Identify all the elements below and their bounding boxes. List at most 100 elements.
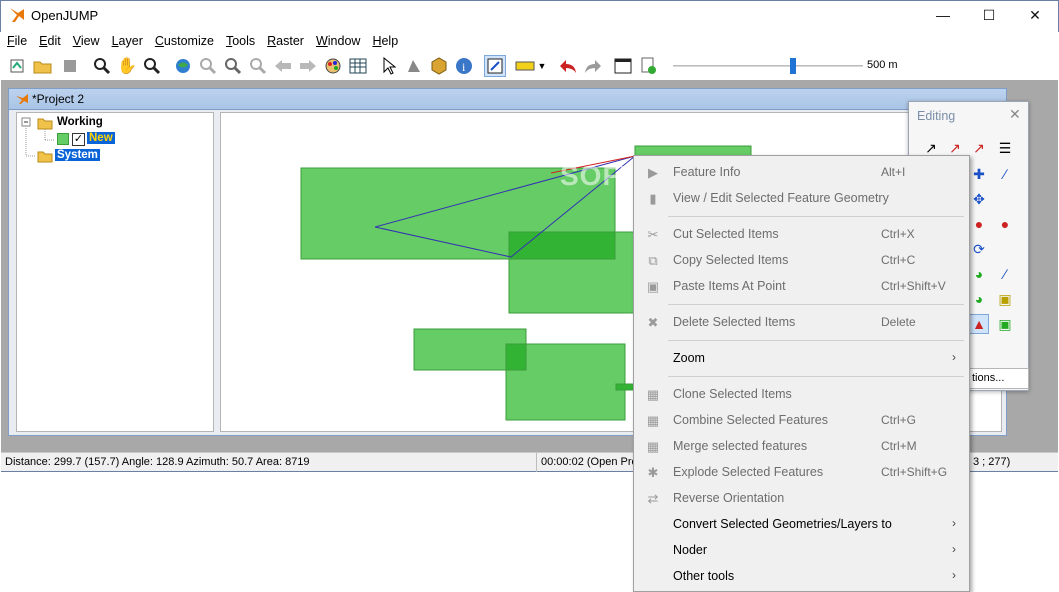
menu-item-paste[interactable]: ▣ Paste Items At Point Ctrl+Shift+V (634, 274, 969, 300)
palette-options-button[interactable]: tions... (967, 368, 1029, 389)
menu-item-zoom[interactable]: Zoom › (634, 346, 969, 372)
menu-item-delete[interactable]: ✖ Delete Selected Items Delete (634, 310, 969, 336)
zoom-next-icon[interactable] (297, 55, 319, 77)
chevron-down-icon[interactable]: ▼ (536, 55, 548, 77)
menu-file[interactable]: File (1, 32, 33, 52)
layer-new[interactable]: New (87, 132, 115, 144)
chevron-right-icon: › (952, 568, 956, 582)
layer-tree-panel: Working ✓ New System (16, 112, 214, 432)
zoom-full-extent-icon[interactable] (172, 55, 194, 77)
menu-customize[interactable]: Customize (149, 32, 220, 52)
insert-vertex-icon[interactable]: ● (969, 214, 989, 234)
menu-item-explode[interactable]: ✱ Explode Selected Features Ctrl+Shift+G (634, 460, 969, 486)
menu-item-merge[interactable]: ▦ Merge selected features Ctrl+M (634, 434, 969, 460)
select-by-attribute-icon[interactable]: ☰ (995, 138, 1015, 158)
snap-vertex-icon[interactable]: ◕ (969, 264, 989, 284)
zoom-slider-thumb[interactable] (789, 58, 796, 74)
view-edit-geometry-icon: ▮ (649, 191, 657, 206)
palette-title: Editing (917, 109, 956, 123)
fill-polygon-icon[interactable]: ▲ (969, 314, 989, 334)
delete-vertex-icon[interactable]: ● (995, 214, 1015, 234)
close-button[interactable]: ✕ (1012, 0, 1058, 30)
menu-help[interactable]: Help (366, 32, 404, 52)
zoom-realtime-icon[interactable] (141, 55, 163, 77)
color-palette-icon[interactable] (322, 55, 344, 77)
redo-icon[interactable] (582, 55, 604, 77)
chevron-right-icon: › (952, 350, 956, 364)
draw-linestring-icon[interactable]: ∕ (995, 164, 1015, 184)
close-icon[interactable]: ✕ (1009, 106, 1021, 123)
zoom-to-layer-icon[interactable] (197, 55, 219, 77)
folder-icon (37, 116, 53, 133)
category-working[interactable]: Working (55, 116, 105, 128)
editing-toolbox-icon[interactable] (484, 55, 506, 77)
zoom-icon[interactable] (91, 55, 113, 77)
menu-item-convert[interactable]: Convert Selected Geometries/Layers to › (634, 512, 969, 538)
menu-raster[interactable]: Raster (261, 32, 310, 52)
select-linestrings-icon[interactable]: ↗ (969, 138, 989, 158)
menu-item-reverse-orientation[interactable]: ⇄ Reverse Orientation (634, 486, 969, 512)
maximize-button[interactable]: ☐ (966, 0, 1012, 30)
menu-window[interactable]: Window (310, 32, 366, 52)
measure-ruler-icon[interactable] (514, 55, 536, 77)
chevron-right-icon: › (952, 542, 956, 556)
coordinates-status: 3 ; 277) (973, 456, 1011, 468)
note-icon[interactable]: ▣ (995, 289, 1015, 309)
move-icon[interactable]: ✥ (969, 189, 989, 209)
layer-style-swatch[interactable] (57, 133, 69, 145)
copy-icon: ⧉ (648, 253, 658, 268)
minimize-button[interactable]: — (920, 0, 966, 30)
main-toolbar: ✋ i ▼ (1, 52, 1058, 80)
undo-icon[interactable] (557, 55, 579, 77)
open-folder-icon[interactable] (32, 55, 54, 77)
rotate-icon[interactable]: ⟳ (969, 239, 989, 259)
new-project-icon[interactable] (6, 55, 28, 77)
menu-layer[interactable]: Layer (106, 32, 149, 52)
menu-item-combine[interactable]: ▦ Combine Selected Features Ctrl+G (634, 408, 969, 434)
folder-icon (37, 149, 53, 166)
scale-label: 500 m (867, 59, 898, 71)
zoom-to-selected-icon[interactable] (222, 55, 244, 77)
chevron-right-icon: › (952, 516, 956, 530)
menu-item-other-tools[interactable]: Other tools › (634, 564, 969, 590)
new-layer-icon[interactable] (638, 55, 660, 77)
box-icon[interactable] (428, 55, 450, 77)
bounding-box-icon[interactable]: ▣ (995, 314, 1015, 334)
clone-icon: ▦ (646, 387, 660, 402)
menu-item-clone[interactable]: ▦ Clone Selected Items (634, 382, 969, 408)
paste-icon: ▣ (646, 279, 660, 294)
save-icon[interactable] (59, 55, 81, 77)
openjump-logo-icon (8, 6, 26, 24)
project-title: *Project 2 (32, 92, 85, 106)
feature-info-icon: ▶ (648, 165, 658, 180)
menu-item-cut[interactable]: ✂ Cut Selected Items Ctrl+X (634, 222, 969, 248)
resize-icon[interactable]: ◕ (969, 289, 989, 309)
cut-icon: ✂ (647, 227, 659, 242)
layer-visibility-checkbox[interactable]: ✓ (72, 133, 85, 146)
menu-item-copy[interactable]: ⧉ Copy Selected Items Ctrl+C (634, 248, 969, 274)
snap-edge-icon[interactable]: ∕ (995, 264, 1015, 284)
attribute-table-icon[interactable] (347, 55, 369, 77)
menu-item-noder[interactable]: Noder › (634, 538, 969, 564)
explode-icon: ✱ (647, 465, 659, 480)
fence-icon[interactable] (403, 55, 425, 77)
menu-item-view-edit-geometry[interactable]: ▮ View / Edit Selected Feature Geometry (634, 186, 969, 212)
select-arrow-icon[interactable] (378, 55, 400, 77)
menu-item-feature-info[interactable]: ▶ Feature Info Alt+I (634, 160, 969, 186)
menu-bar: File Edit View Layer Customize Tools Ras… (1, 32, 404, 52)
zoom-slider-track[interactable] (673, 65, 863, 67)
draw-line-icon[interactable]: ✚ (969, 164, 989, 184)
project-frame-title-bar[interactable] (8, 88, 1007, 110)
category-system[interactable]: System (55, 149, 100, 161)
info-icon[interactable]: i (453, 55, 475, 77)
menu-view[interactable]: View (67, 32, 106, 52)
window-icon[interactable] (612, 55, 634, 77)
menu-edit[interactable]: Edit (33, 32, 67, 52)
zoom-to-fence-icon[interactable] (247, 55, 269, 77)
zoom-previous-icon[interactable] (272, 55, 294, 77)
menu-tools[interactable]: Tools (220, 32, 261, 52)
reverse-icon: ⇄ (647, 491, 659, 506)
measure-status: Distance: 299.7 (157.7) Angle: 128.9 Azi… (5, 456, 310, 468)
window-title: OpenJUMP (31, 8, 99, 23)
pan-hand-icon[interactable]: ✋ (116, 55, 138, 77)
